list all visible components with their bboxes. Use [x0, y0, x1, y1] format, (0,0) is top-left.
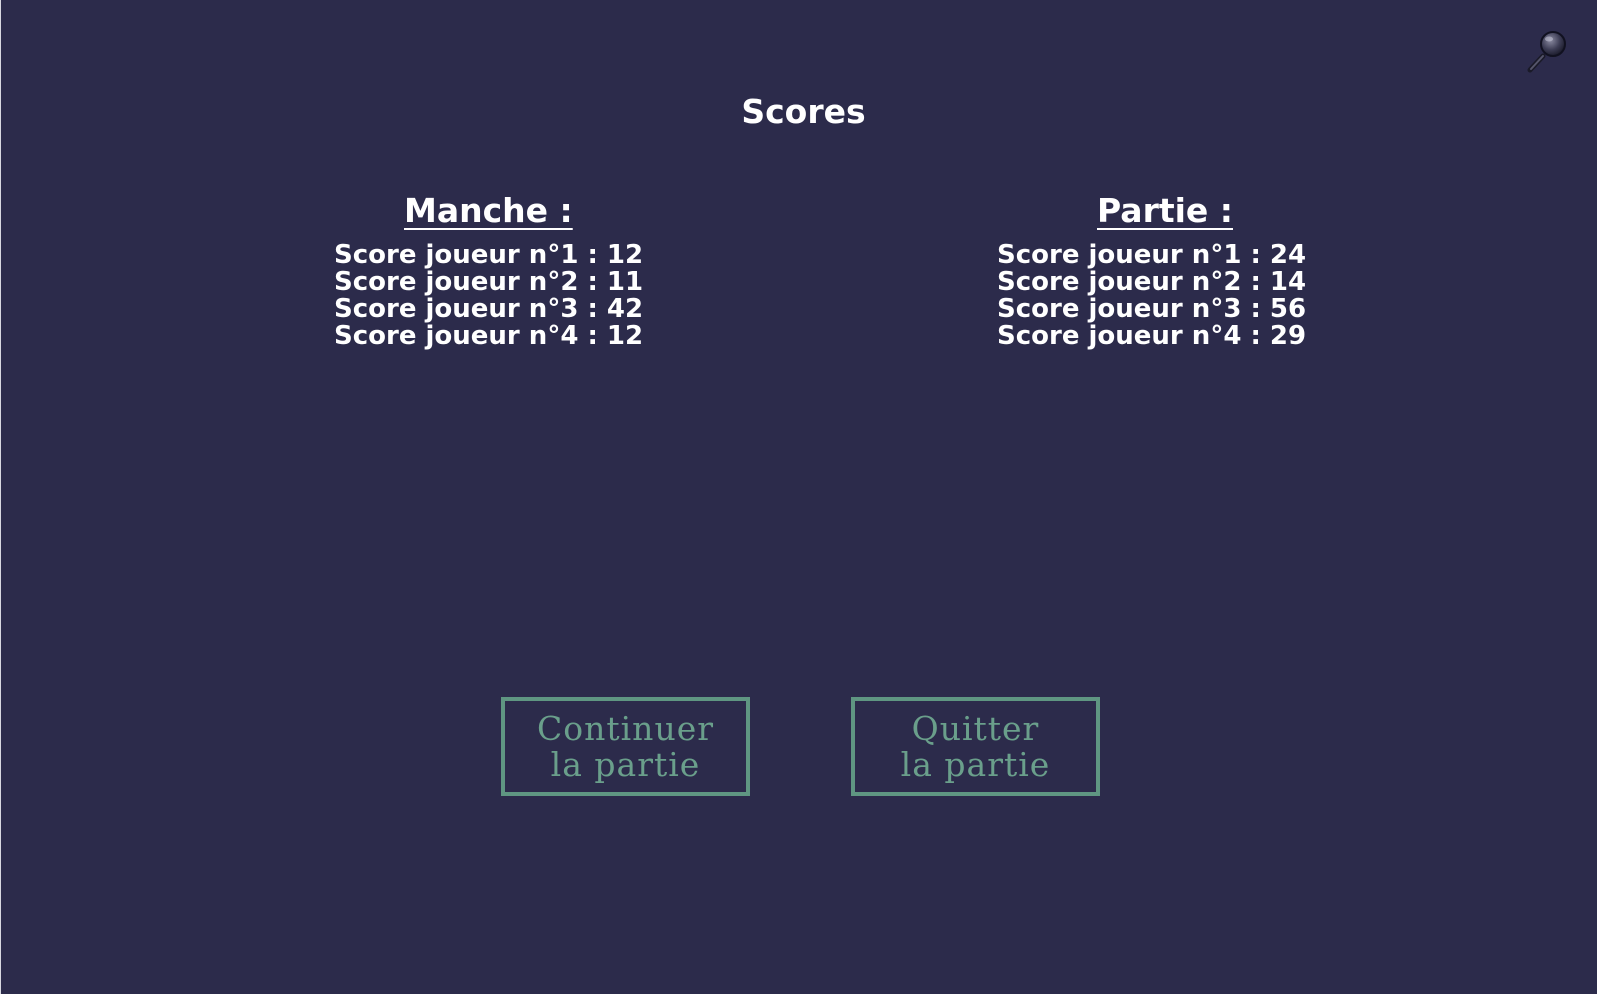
- partie-scores-panel: Partie : Score joueur n°1 : 24 Score jou…: [997, 191, 1306, 350]
- partie-score-player-1: Score joueur n°1 : 24: [997, 240, 1307, 270]
- manche-scores-panel: Manche : Score joueur n°1 : 12 Score jou…: [334, 191, 643, 350]
- quit-game-button[interactable]: Quitter la partie: [851, 697, 1100, 796]
- quit-button-label-line1: Quitter: [911, 708, 1040, 748]
- partie-heading: Partie :: [1097, 191, 1233, 230]
- partie-score-player-2: Score joueur n°2 : 14: [997, 267, 1307, 297]
- continue-game-button[interactable]: Continuer la partie: [501, 697, 750, 796]
- magnifier-icon[interactable]: [1526, 26, 1574, 74]
- window-edge: [0, 0, 1, 994]
- partie-score-player-4: Score joueur n°4 : 29: [997, 321, 1307, 351]
- manche-heading: Manche :: [404, 191, 573, 230]
- continue-button-label-line1: Continuer: [537, 708, 714, 748]
- quit-button-label-line2: la partie: [900, 744, 1051, 784]
- manche-score-player-4: Score joueur n°4 : 12: [334, 321, 644, 351]
- manche-score-player-3: Score joueur n°3 : 42: [334, 294, 644, 324]
- manche-score-player-1: Score joueur n°1 : 12: [334, 240, 644, 270]
- partie-score-player-3: Score joueur n°3 : 56: [997, 294, 1307, 324]
- continue-button-label-line2: la partie: [550, 744, 701, 784]
- manche-score-list: Score joueur n°1 : 12 Score joueur n°2 :…: [334, 242, 643, 350]
- partie-score-list: Score joueur n°1 : 24 Score joueur n°2 :…: [997, 242, 1306, 350]
- manche-score-player-2: Score joueur n°2 : 11: [334, 267, 644, 297]
- page-title: Scores: [741, 92, 866, 131]
